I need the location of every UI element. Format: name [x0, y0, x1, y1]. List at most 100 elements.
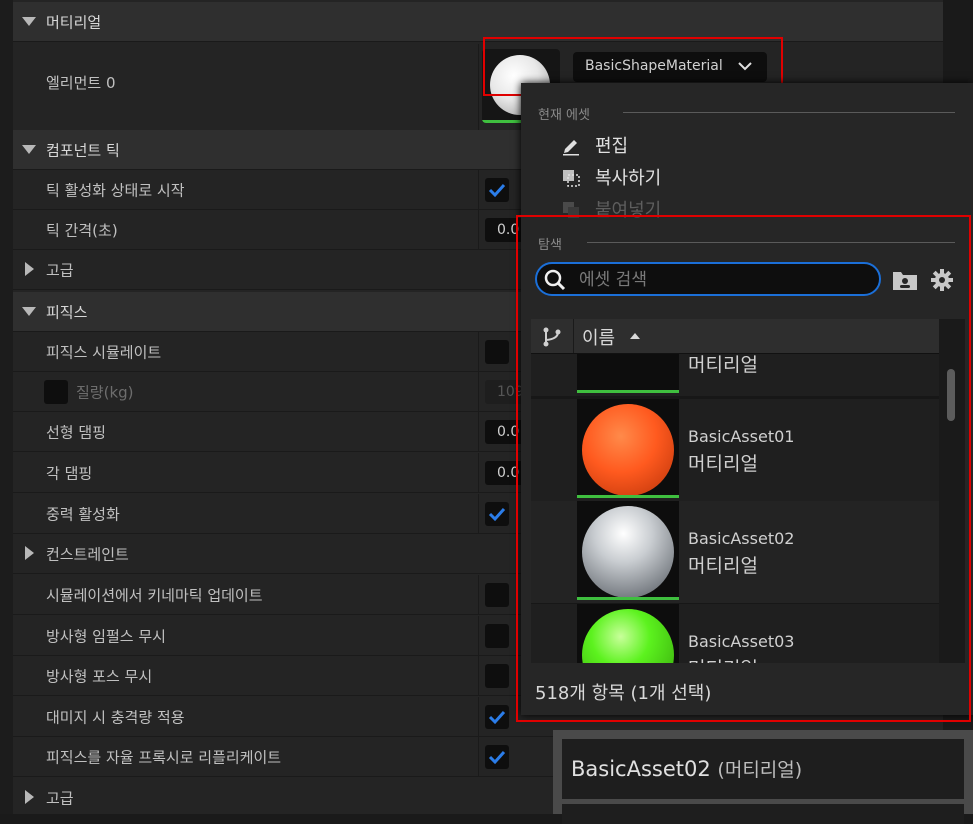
asset-name: BasicAsset02: [688, 529, 795, 548]
menu-item-label: 복사하기: [595, 168, 662, 189]
tooltip-asset-type: (머티리얼): [717, 759, 803, 781]
scrollbar-thumb[interactable]: [947, 369, 955, 421]
tooltip-body: [562, 804, 964, 824]
property-label: 피직스를 자율 프록시로 리플리케이트: [46, 748, 282, 766]
tooltip-title: BasicAsset02 (머티리얼): [571, 755, 802, 782]
thumbnail-asset-bar: [577, 597, 679, 600]
expand-arrow-icon[interactable]: [25, 262, 34, 276]
property-label: 방사형 포스 무시: [46, 667, 153, 685]
asset-picker-popup: 현재 에셋 편집 복사하기 붙여넣기 탐색 이름 머티리얼: [521, 83, 973, 715]
category-title: 컴포넌트 틱: [46, 141, 120, 159]
divider: [478, 453, 479, 492]
element-label: 엘리먼트 0: [46, 74, 116, 92]
asset-search-box[interactable]: [535, 262, 881, 296]
property-label: 틱 활성화 상태로 시작: [46, 181, 185, 199]
paste-icon: [563, 202, 579, 218]
property-label: 대미지 시 충격량 적용: [46, 708, 185, 726]
asset-sphere-preview: [582, 609, 674, 663]
group-label: 컨스트레인트: [46, 545, 129, 563]
property-label: 틱 간격(초): [46, 221, 118, 239]
kinematic-update-checkbox[interactable]: [485, 583, 509, 607]
menu-item-label: 편집: [595, 136, 629, 157]
collapse-arrow-icon[interactable]: [22, 307, 36, 316]
apply-impulse-checkbox[interactable]: [485, 705, 509, 729]
menu-item-label: 붙여넣기: [595, 200, 662, 221]
thumbnail-asset-bar: [577, 495, 679, 498]
checkmark-icon: [488, 710, 506, 725]
asset-tooltip: BasicAsset02 (머티리얼): [553, 730, 973, 824]
divider: [478, 737, 479, 776]
sort-ascending-icon: [630, 333, 640, 339]
group-label: 고급: [46, 789, 74, 807]
property-label: 시뮬레이션에서 키네마틱 업데이트: [46, 586, 263, 604]
list-item[interactable]: BasicAsset01 머티리얼: [531, 399, 939, 504]
collapse-arrow-icon[interactable]: [22, 145, 36, 154]
folder-icon[interactable]: [892, 268, 918, 292]
list-item-selected[interactable]: BasicAsset02 머티리얼: [531, 501, 939, 606]
section-divider: [587, 242, 955, 243]
divider: [478, 412, 479, 451]
material-picker-combo[interactable]: BasicShapeMaterial: [573, 52, 767, 82]
replicate-proxy-checkbox[interactable]: [485, 745, 509, 769]
asset-thumbnail: [577, 354, 679, 393]
column-separator: [573, 319, 574, 353]
list-item[interactable]: BasicAsset03 머티리얼: [531, 604, 939, 663]
source-control-icon[interactable]: [541, 326, 563, 348]
section-divider: [623, 112, 955, 113]
thumbnail-asset-bar: [577, 390, 679, 393]
property-label: 중력 활성화: [46, 505, 120, 523]
column-header-name[interactable]: 이름: [582, 324, 615, 350]
checkmark-icon: [488, 507, 506, 522]
group-label: 고급: [46, 261, 74, 279]
divider: [478, 494, 479, 533]
property-label: 방사형 임펄스 무시: [46, 627, 166, 645]
gravity-checkbox[interactable]: [485, 502, 509, 526]
gear-icon[interactable]: [929, 268, 955, 292]
category-material[interactable]: 머티리얼: [13, 2, 943, 42]
section-title-current-asset: 현재 에셋: [538, 108, 590, 123]
category-title: 머티리얼: [46, 13, 102, 31]
start-tick-checkbox[interactable]: [485, 178, 509, 202]
list-item[interactable]: 머티리얼: [531, 354, 939, 399]
asset-type: 머티리얼: [688, 453, 758, 475]
checkmark-icon: [488, 183, 506, 198]
tooltip-asset-name: BasicAsset02: [571, 757, 711, 781]
search-icon: [544, 269, 566, 291]
property-label: 질량(kg): [76, 383, 134, 401]
divider: [478, 372, 479, 411]
asset-thumbnail: [577, 604, 679, 663]
divider: [478, 697, 479, 736]
mass-override-checkbox[interactable]: [44, 380, 68, 404]
asset-type: 머티리얼: [688, 654, 758, 663]
asset-sphere-preview: [582, 404, 674, 496]
asset-type: 머티리얼: [688, 354, 758, 376]
category-title: 피직스: [46, 303, 88, 321]
ignore-radial-force-checkbox[interactable]: [485, 664, 509, 688]
ignore-radial-impulse-checkbox[interactable]: [485, 624, 509, 648]
property-label: 각 댐핑: [46, 464, 93, 482]
property-label: 선형 댐핑: [46, 423, 106, 441]
chevron-down-icon: [738, 62, 752, 71]
left-strip: [0, 0, 13, 814]
asset-name: BasicAsset03: [688, 632, 795, 651]
divider: [478, 170, 479, 209]
property-label: 피직스 시뮬레이트: [46, 343, 162, 361]
simulate-physics-checkbox[interactable]: [485, 340, 509, 364]
expand-arrow-icon[interactable]: [25, 546, 34, 560]
collapse-arrow-icon[interactable]: [22, 17, 36, 26]
material-picker-value: BasicShapeMaterial: [585, 58, 723, 74]
divider: [478, 616, 479, 655]
expand-arrow-icon[interactable]: [25, 790, 34, 804]
asset-sphere-preview: [582, 506, 674, 598]
divider: [478, 332, 479, 371]
tooltip-header: BasicAsset02 (머티리얼): [562, 739, 964, 799]
asset-list: 이름 머티리얼 BasicAsset01 머티리얼 BasicAsset02 머…: [531, 319, 965, 663]
asset-type: 머티리얼: [688, 555, 758, 577]
divider: [478, 44, 479, 130]
checkmark-icon: [488, 750, 506, 765]
section-title-browse: 탐색: [538, 238, 562, 253]
pencil-icon: [563, 140, 579, 156]
asset-list-scrollbar[interactable]: [945, 359, 955, 659]
asset-search-input[interactable]: [577, 266, 871, 294]
asset-thumbnail: [577, 399, 679, 498]
